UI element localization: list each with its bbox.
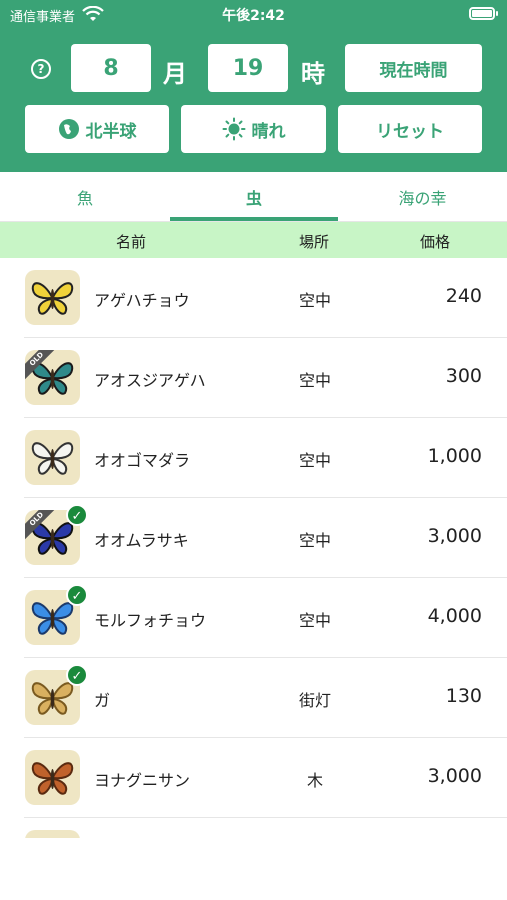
help-icon[interactable]: ? [31, 59, 51, 79]
list-item[interactable]: ヨナグニサン 木 3,000 [0, 738, 507, 818]
bug-name: ガ [94, 691, 111, 710]
list-item[interactable]: ✓ ガ 街灯 130 [0, 658, 507, 738]
battery-icon [469, 7, 498, 20]
moth-icon [31, 762, 74, 795]
column-header: 名前 場所 価格 [0, 222, 507, 258]
month-field[interactable]: 8 [71, 44, 151, 92]
bug-price: 130 [445, 685, 482, 707]
caught-check-icon[interactable]: ✓ [66, 584, 88, 606]
sun-icon [222, 117, 245, 141]
bug-price: 3,000 [427, 525, 482, 547]
bug-name: アゲハチョウ [94, 291, 190, 310]
bug-place: 木 [306, 771, 323, 790]
caught-check-icon[interactable]: ✓ [66, 504, 88, 526]
bug-price: 1,000 [427, 445, 482, 467]
bug-price: 240 [445, 285, 482, 307]
caught-check-icon[interactable]: ✓ [66, 664, 88, 686]
column-price[interactable]: 価格 [420, 231, 450, 252]
bug-thumbnail [25, 830, 80, 838]
current-time-button[interactable]: 現在時間 [345, 44, 482, 92]
bug-place: 空中 [298, 611, 331, 630]
tab-fish[interactable]: 魚 [0, 172, 170, 222]
bug-place: 空中 [298, 531, 331, 550]
status-bar: 通信事業者 午後2:42 [0, 0, 507, 30]
category-tabs: 魚 虫 海の幸 [0, 172, 507, 222]
list-item[interactable]: オオゴマダラ 空中 1,000 [0, 418, 507, 498]
bug-place: 街灯 [298, 691, 331, 710]
bug-place: 空中 [298, 451, 331, 470]
bug-thumbnail [25, 270, 80, 325]
month-unit-label: 月 [163, 60, 187, 88]
globe-icon [58, 119, 79, 139]
bug-name: モルフォチョウ [94, 611, 207, 630]
bug-price: 4,000 [427, 605, 482, 627]
bug-thumbnail [25, 430, 80, 485]
bug-thumbnail: OLD [25, 350, 80, 405]
bug-name: オオムラサキ [94, 531, 189, 550]
list-item[interactable]: OLD アオスジアゲハ 空中 300 [0, 338, 507, 418]
column-name[interactable]: 名前 [116, 231, 146, 252]
hour-unit-label: 時 [301, 60, 325, 88]
tab-bugs[interactable]: 虫 [170, 172, 338, 222]
weather-button[interactable]: 晴れ [181, 105, 326, 153]
bug-price: 300 [445, 365, 482, 387]
status-time: 午後2:42 [222, 8, 285, 24]
bug-name: ヨナグニサン [94, 771, 191, 790]
weather-label: 晴れ [251, 121, 286, 142]
bug-list: アゲハチョウ 空中 240 OLD アオスジアゲハ 空中 300 オオゴマダラ … [0, 258, 507, 838]
list-item[interactable]: アゲハチョウ 空中 240 [0, 258, 507, 338]
active-tab-indicator [170, 217, 338, 221]
header-panel: 通信事業者 午後2:42 ? 8 月 19 時 現在時間 北半球 晴れ リセット [0, 0, 507, 172]
bug-place: 空中 [298, 291, 331, 310]
bug-name: アオスジアゲハ [94, 371, 206, 390]
hour-field[interactable]: 19 [208, 44, 288, 92]
column-place[interactable]: 場所 [299, 231, 329, 252]
bug-place: 空中 [298, 371, 331, 390]
bug-name: オオゴマダラ [94, 451, 191, 470]
butterfly-icon [31, 282, 74, 315]
hemisphere-label: 北半球 [85, 121, 137, 142]
butterfly-icon [31, 442, 74, 475]
hemisphere-button[interactable]: 北半球 [25, 105, 169, 153]
list-item[interactable]: ✓ モルフォチョウ 空中 4,000 [0, 578, 507, 658]
list-item[interactable]: OLD ✓ オオムラサキ 空中 3,000 [0, 498, 507, 578]
bug-thumbnail [25, 750, 80, 805]
list-item[interactable] [0, 818, 507, 838]
reset-button[interactable]: リセット [338, 105, 482, 153]
bug-price: 3,000 [427, 765, 482, 787]
tab-sea-creatures[interactable]: 海の幸 [338, 172, 507, 222]
